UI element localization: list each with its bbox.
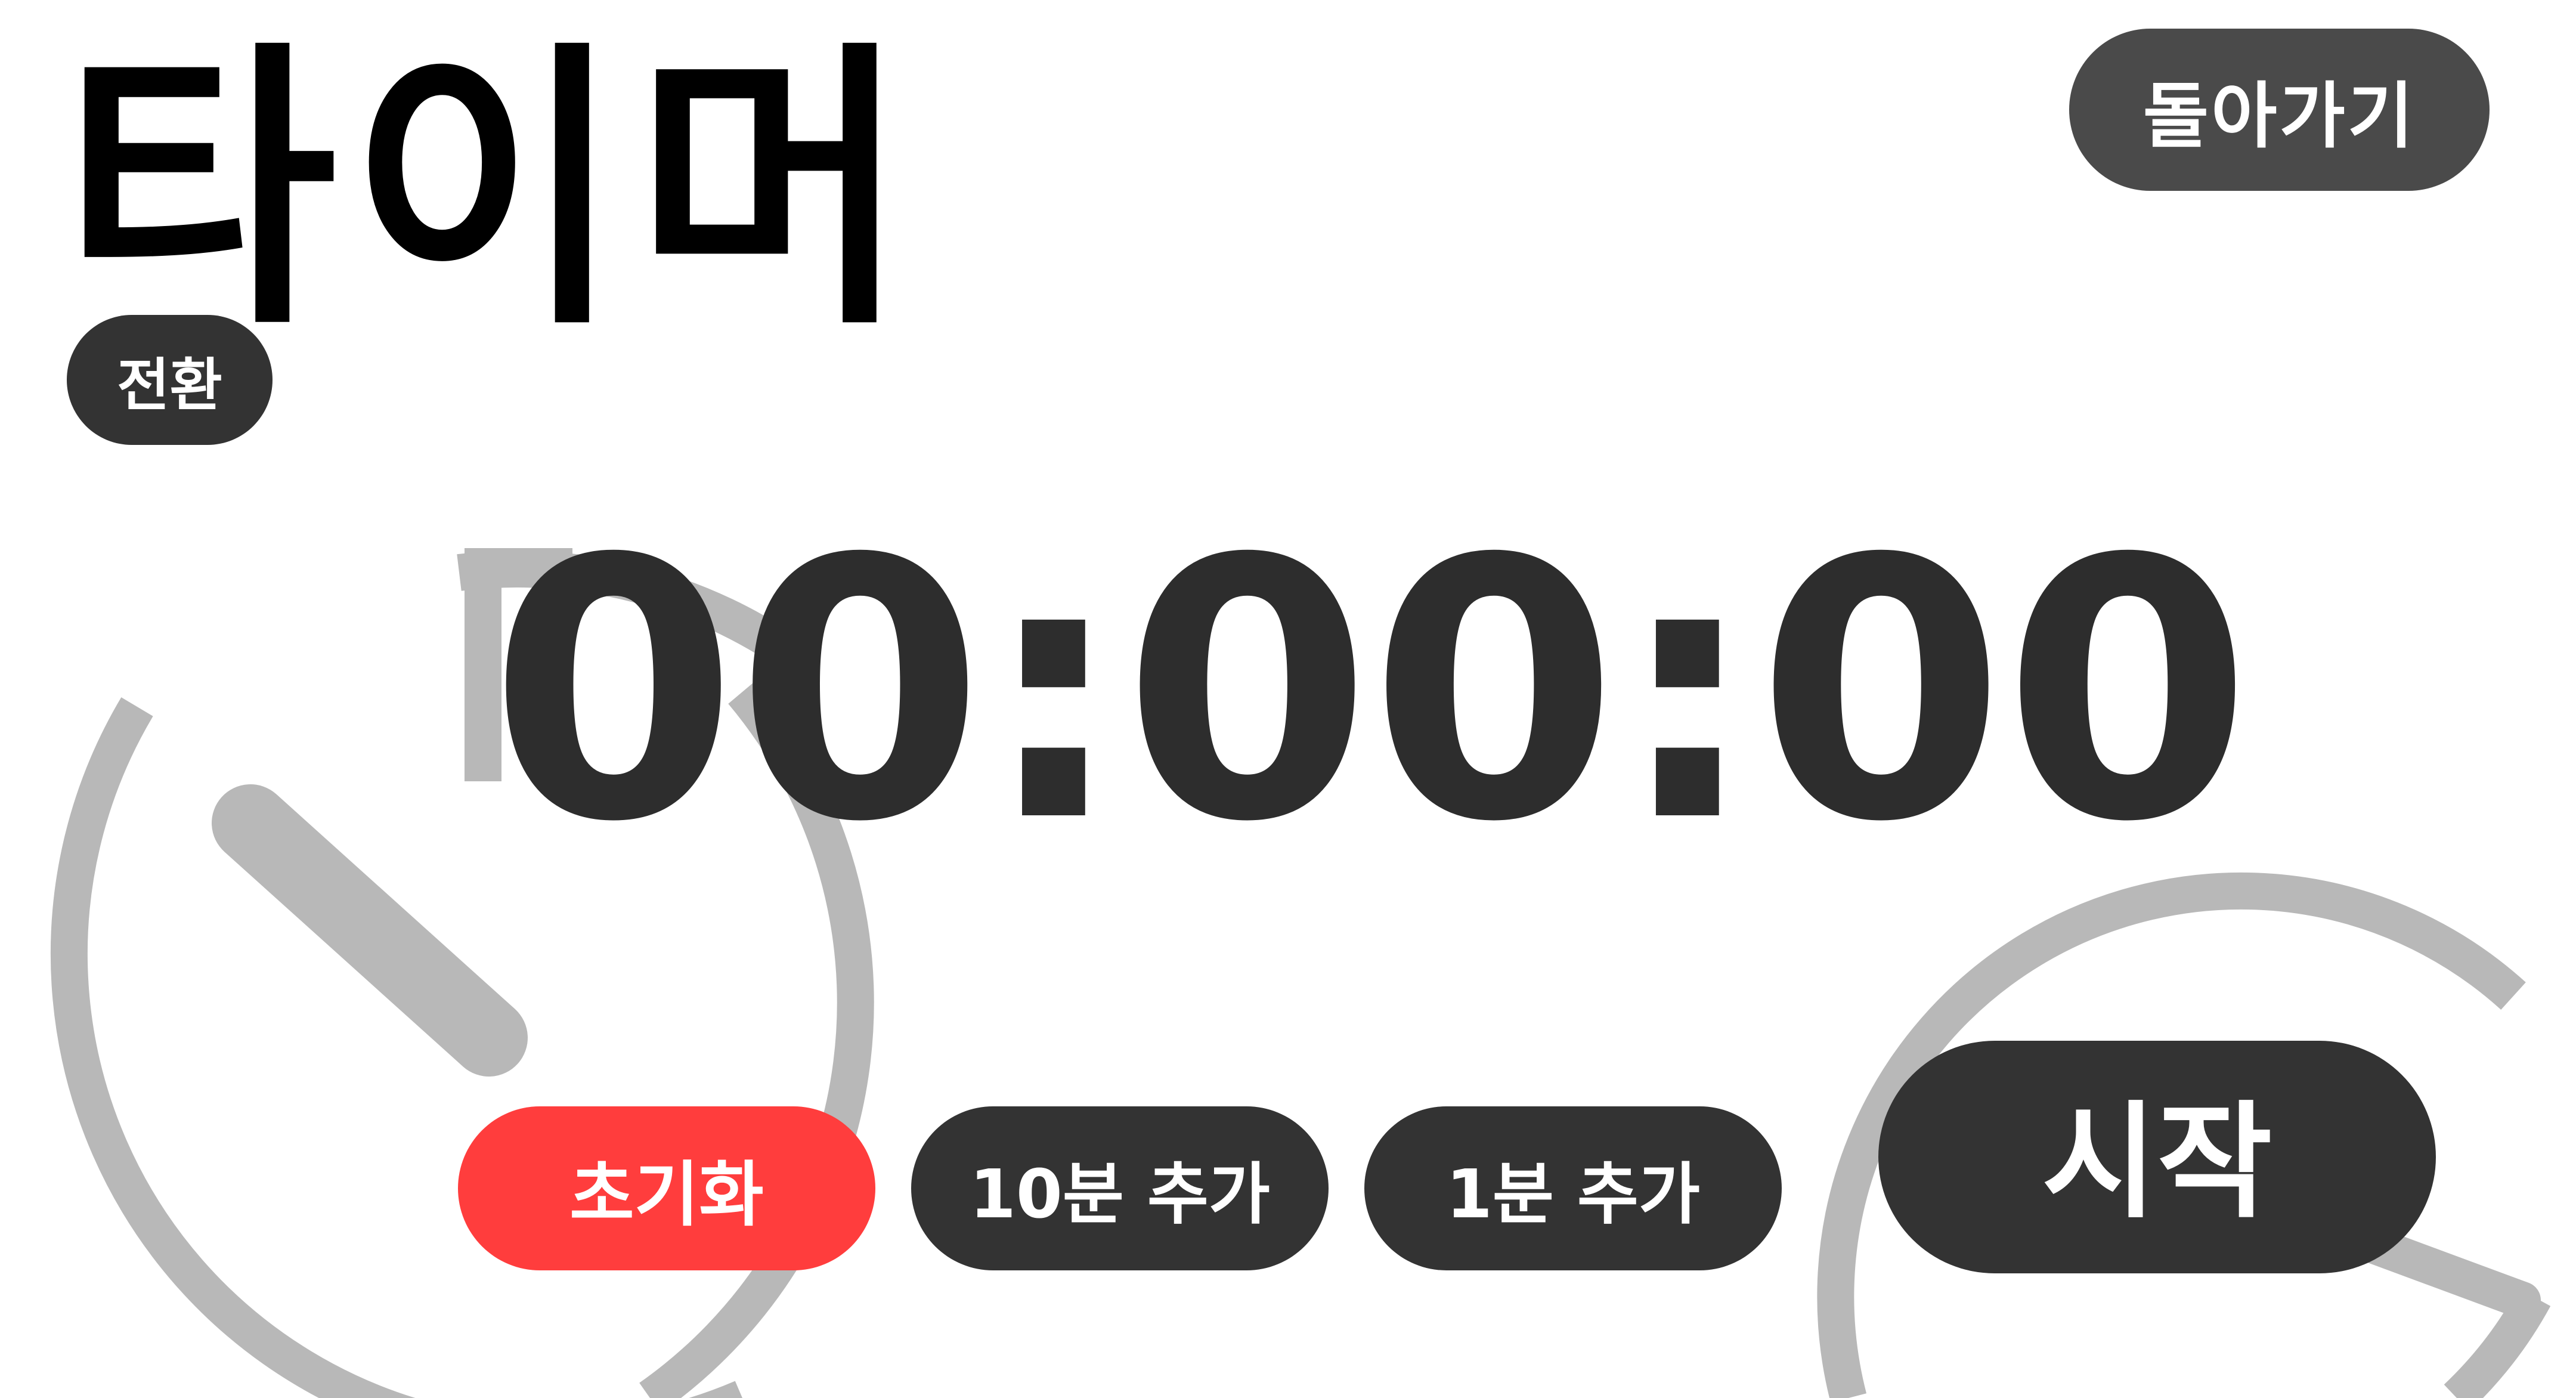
- page-title: 타이머: [63, 17, 921, 364]
- timer-display: 00:00:00: [489, 483, 2252, 900]
- switch-button[interactable]: 전환: [67, 315, 273, 445]
- back-button[interactable]: 돌아가기: [2069, 29, 2490, 191]
- add-10-minutes-button[interactable]: 10분 추가: [911, 1106, 1329, 1270]
- add-1-minute-button[interactable]: 1분 추가: [1364, 1106, 1782, 1270]
- stopwatch-left-hand: [212, 784, 528, 1077]
- reset-button[interactable]: 초기화: [458, 1106, 875, 1270]
- start-button[interactable]: 시작: [1878, 1041, 2436, 1273]
